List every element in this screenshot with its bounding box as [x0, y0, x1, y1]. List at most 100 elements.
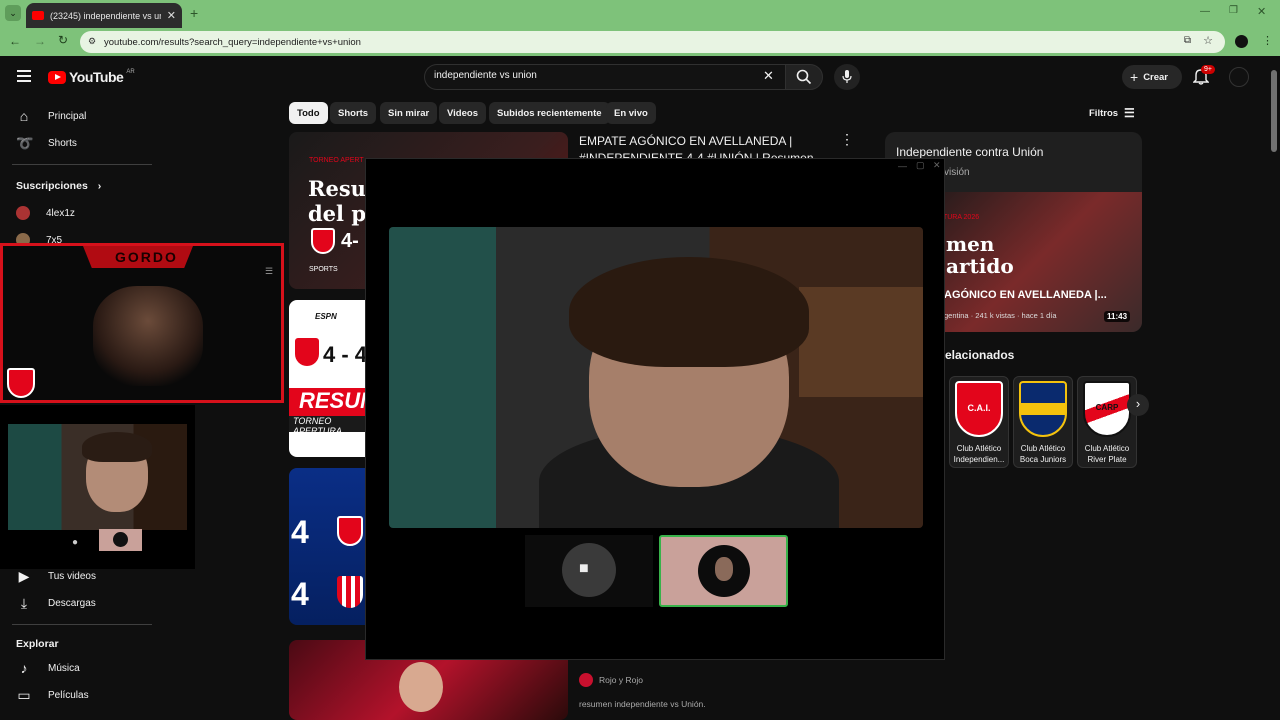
chip-videos[interactable]: Videos [439, 102, 486, 124]
mini-camera-tile[interactable]: ● [64, 534, 86, 552]
sidebar-label-tus-videos: Tus videos [48, 570, 96, 582]
video-icon: ▶ [18, 568, 30, 584]
youtube-logo[interactable]: YouTube AR [48, 69, 135, 85]
forward-icon[interactable]: → [34, 34, 46, 48]
channel-name: Rojo y Rojo [599, 675, 643, 685]
club-card-boca[interactable]: CABJ Club Atlético Boca Juniors [1013, 376, 1073, 468]
video-call-window[interactable]: — ▢ ✕ ■ [365, 158, 945, 660]
mini-call-video [8, 424, 187, 530]
back-icon[interactable]: ← [9, 34, 21, 48]
browser-tab[interactable]: (23245) independiente vs union ✕ [26, 3, 182, 28]
panel-subtitle: visión [944, 167, 970, 178]
thumb-banner: RESUM [289, 388, 378, 416]
close-window-icon[interactable]: ✕ [1257, 5, 1266, 18]
person-hair [82, 432, 152, 462]
panel-video-meta: gentina · 241 k vistas · hace 1 día [944, 311, 1057, 320]
mini-call-preview[interactable]: ● [0, 405, 195, 569]
thumb-number: 4 [291, 514, 309, 550]
music-note-icon: ♪ [20, 660, 28, 676]
mini-self-tile[interactable] [99, 529, 142, 551]
channel-row[interactable]: Rojo y Rojo [579, 673, 643, 687]
call-maximize-icon[interactable]: ▢ [916, 160, 925, 171]
plus-icon: + [1130, 69, 1139, 85]
club-card-river[interactable]: CARP Club Atlético River Plate [1077, 376, 1137, 468]
sidebar-label-principal: Principal [48, 110, 87, 122]
youtube-wordmark: YouTube [69, 69, 124, 85]
tab-search-button[interactable]: ⌄ [5, 5, 21, 21]
thumb-score: 4 - 4 [323, 342, 368, 367]
panel-thumbnail[interactable]: RTURA 2026 men artido AGÓNICO EN AVELLAN… [930, 192, 1142, 332]
minimize-icon[interactable]: — [1200, 6, 1210, 17]
result-more-icon[interactable]: ⋮ [840, 131, 854, 148]
thumb-subbanner: TORNEO APERTURA [289, 416, 369, 436]
overlay-webcam [93, 286, 203, 386]
youtube-play-icon [48, 70, 66, 84]
thumb-crest-icon [311, 228, 335, 254]
create-button[interactable]: + Crear [1122, 65, 1182, 89]
sidebar-item-descargas[interactable]: ⤓ Descargas [16, 595, 96, 611]
chip-shorts[interactable]: Shorts [330, 102, 377, 124]
microphone-icon [842, 70, 852, 83]
sidebar-label-peliculas: Películas [48, 689, 89, 701]
notifications-button[interactable]: 9+ [1192, 65, 1215, 90]
sidebar-sub-4lex1z[interactable]: 4lex1z [16, 206, 75, 220]
stream-overlay-frame: GORDO ☰ [0, 243, 284, 403]
chip-en-vivo[interactable]: En vivo [606, 102, 656, 124]
river-crest-icon: CARP [1083, 381, 1131, 437]
sidebar-label-descargas: Descargas [48, 597, 96, 609]
club-card-independiente[interactable]: C.A.I. Club Atlético Independien... [949, 376, 1009, 468]
boca-crest-icon: CABJ [1019, 381, 1067, 437]
page-scrollbar[interactable] [1271, 70, 1277, 152]
browser-menu-icon[interactable]: ⋮ [1262, 34, 1273, 47]
voice-search-button[interactable] [834, 64, 860, 90]
filters-button[interactable]: Filtros ☰ [1089, 106, 1135, 120]
carousel-next-button[interactable]: › [1127, 394, 1149, 416]
bookmark-star-icon[interactable]: ☆ [1203, 34, 1213, 47]
sidebar-item-peliculas[interactable]: ▭ Películas [16, 687, 89, 703]
sliders-icon: ☰ [1124, 106, 1135, 120]
account-avatar[interactable] [1229, 67, 1249, 87]
channel-avatar [16, 206, 30, 220]
chip-sin-mirar[interactable]: Sin mirar [380, 102, 438, 124]
film-icon: ▭ [17, 687, 31, 703]
url-text: youtube.com/results?search_query=indepen… [104, 36, 361, 48]
overlay-title: GORDO [115, 249, 178, 265]
clear-search-icon[interactable]: ✕ [763, 68, 774, 84]
download-icon: ⤓ [20, 595, 28, 611]
chevron-right-icon: › [97, 180, 102, 192]
chip-subidos-recientemente[interactable]: Subidos recientemente [489, 102, 610, 124]
sidebar-item-principal[interactable]: ⌂ Principal [16, 108, 87, 124]
restore-icon[interactable]: ❐ [1229, 5, 1238, 16]
sidebar-item-tus-videos[interactable]: ▶ Tus videos [16, 568, 96, 584]
panel-video-title: AGÓNICO EN AVELLANEDA |... [944, 289, 1107, 301]
search-input[interactable]: independiente vs union [434, 70, 537, 81]
person-face [399, 662, 443, 712]
participant-tile-self[interactable] [659, 535, 788, 607]
hamburger-menu-icon[interactable] [17, 70, 31, 82]
thumb-number: 4 [291, 576, 309, 612]
explore-heading: Explorar [16, 638, 59, 650]
sidebar-item-musica[interactable]: ♪ Música [16, 660, 80, 676]
install-icon[interactable]: ⧉ [1184, 35, 1191, 46]
person-hair [569, 257, 809, 367]
call-minimize-icon[interactable]: — [898, 161, 907, 171]
reload-icon[interactable]: ↻ [58, 33, 68, 47]
participant-tile-camera-off[interactable]: ■ [525, 535, 653, 607]
search-button[interactable] [785, 64, 823, 90]
subscriptions-heading[interactable]: Suscripciones › [16, 180, 101, 192]
home-icon: ⌂ [19, 108, 29, 124]
call-close-icon[interactable]: ✕ [933, 160, 941, 171]
omnibox[interactable]: ⚙ youtube.com/results?search_query=indep… [80, 31, 1225, 53]
site-info-icon[interactable]: ⚙ [88, 36, 96, 47]
shorts-icon: ➰ [16, 135, 34, 151]
new-tab-button[interactable]: + [190, 5, 198, 21]
result-snippet: resumen independiente vs Unión. [579, 699, 706, 709]
tab-close-icon[interactable]: ✕ [167, 9, 176, 22]
sidebar-item-shorts[interactable]: ➰ Shorts [16, 135, 77, 151]
chip-todo[interactable]: Todo [289, 102, 328, 124]
thumb-crest-icon [295, 338, 319, 366]
overlay-menu-icon: ☰ [265, 266, 274, 276]
profile-avatar[interactable] [1235, 35, 1248, 48]
duration-badge: 11:43 [1104, 311, 1131, 322]
panel-title: Independiente contra Unión [896, 145, 1044, 159]
